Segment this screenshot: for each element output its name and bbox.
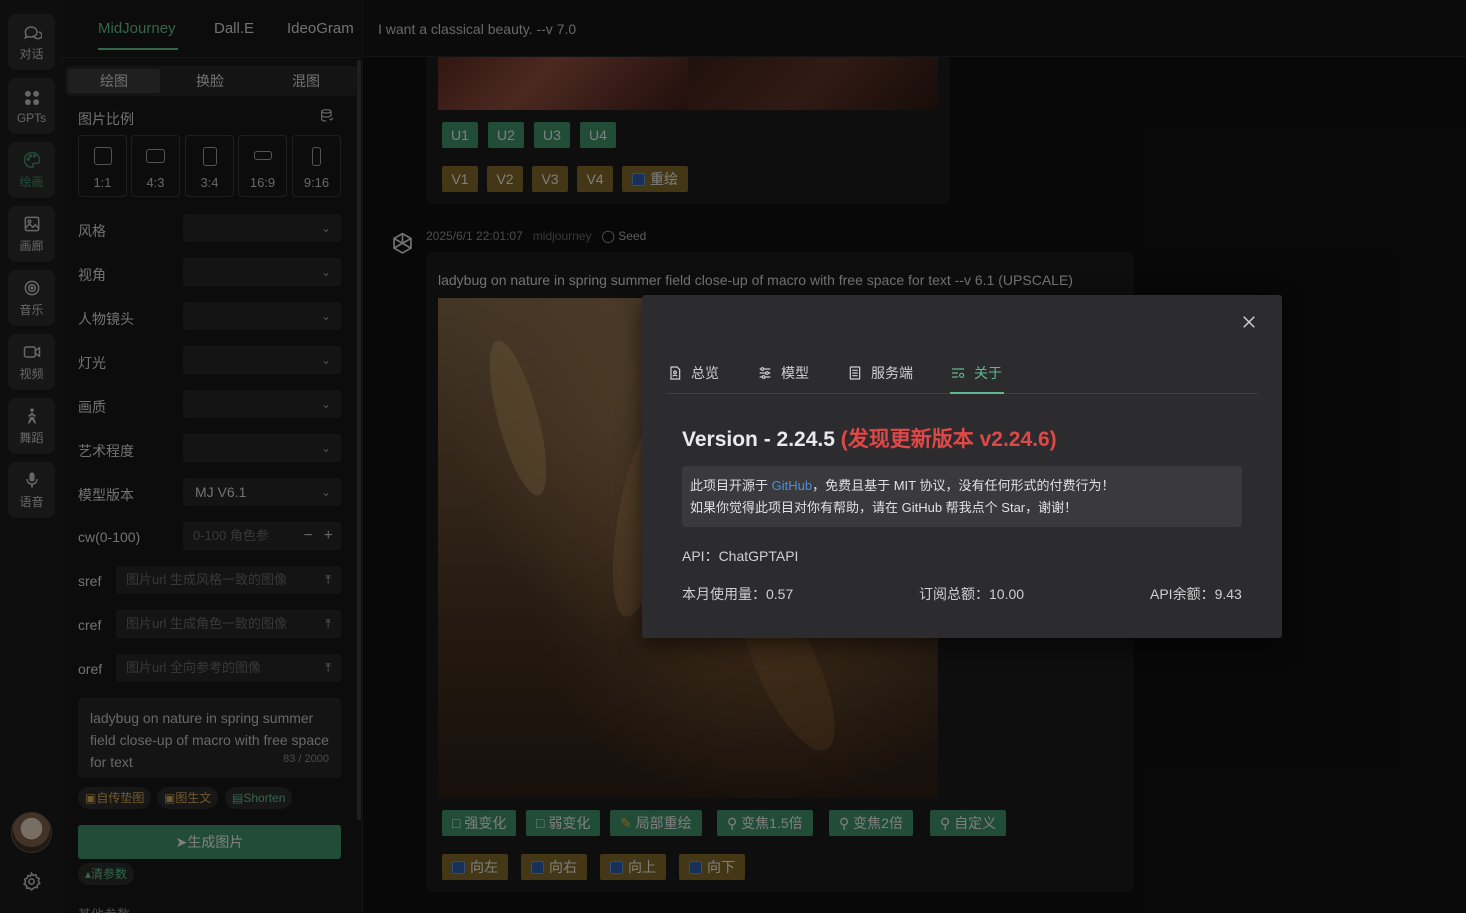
- version-heading: Version - 2.24.5 (发现更新版本 v2.24.6): [682, 423, 1057, 453]
- about-settings-icon: [952, 368, 965, 378]
- update-notice[interactable]: (发现更新版本 v2.24.6): [841, 428, 1057, 451]
- document-icon: [670, 366, 681, 380]
- api-balance: API余额：9.43: [1150, 586, 1242, 602]
- close-icon[interactable]: [1240, 313, 1258, 331]
- tab-server[interactable]: 服务端: [847, 363, 913, 383]
- tab-model[interactable]: 模型: [757, 363, 809, 383]
- api-type: API：ChatGPTAPI: [682, 548, 799, 564]
- tab-underline: [950, 392, 1004, 394]
- settings-modal: 总览 模型 服务端 关于 Version - 2.24.5 (发现更新版本 v2…: [642, 295, 1282, 638]
- tab-label: 关于: [974, 365, 1002, 381]
- info-text: 此项目开源于: [690, 478, 769, 493]
- info-text: ，免费且基于 MIT 协议，没有任何形式的付费行为！: [812, 478, 1115, 493]
- sliders-icon: [759, 367, 771, 379]
- tab-overview[interactable]: 总览: [667, 363, 719, 383]
- tab-label: 服务端: [871, 365, 913, 381]
- server-icon: [849, 366, 861, 380]
- info-box: 此项目开源于 GitHub，免费且基于 MIT 协议，没有任何形式的付费行为！ …: [682, 466, 1242, 527]
- tab-about[interactable]: 关于: [950, 363, 1002, 383]
- monthly-usage: 本月使用量：0.57: [682, 586, 794, 602]
- info-text: 如果你觉得此项目对你有帮助，请在 GitHub 帮我点个 Star，谢谢！: [690, 500, 1078, 515]
- version-text: Version - 2.24.5: [682, 428, 835, 451]
- tab-label: 总览: [691, 365, 719, 381]
- tab-label: 模型: [781, 365, 809, 381]
- subscription-total: 订阅总额：10.00: [919, 586, 1025, 602]
- github-link[interactable]: GitHub: [772, 478, 812, 493]
